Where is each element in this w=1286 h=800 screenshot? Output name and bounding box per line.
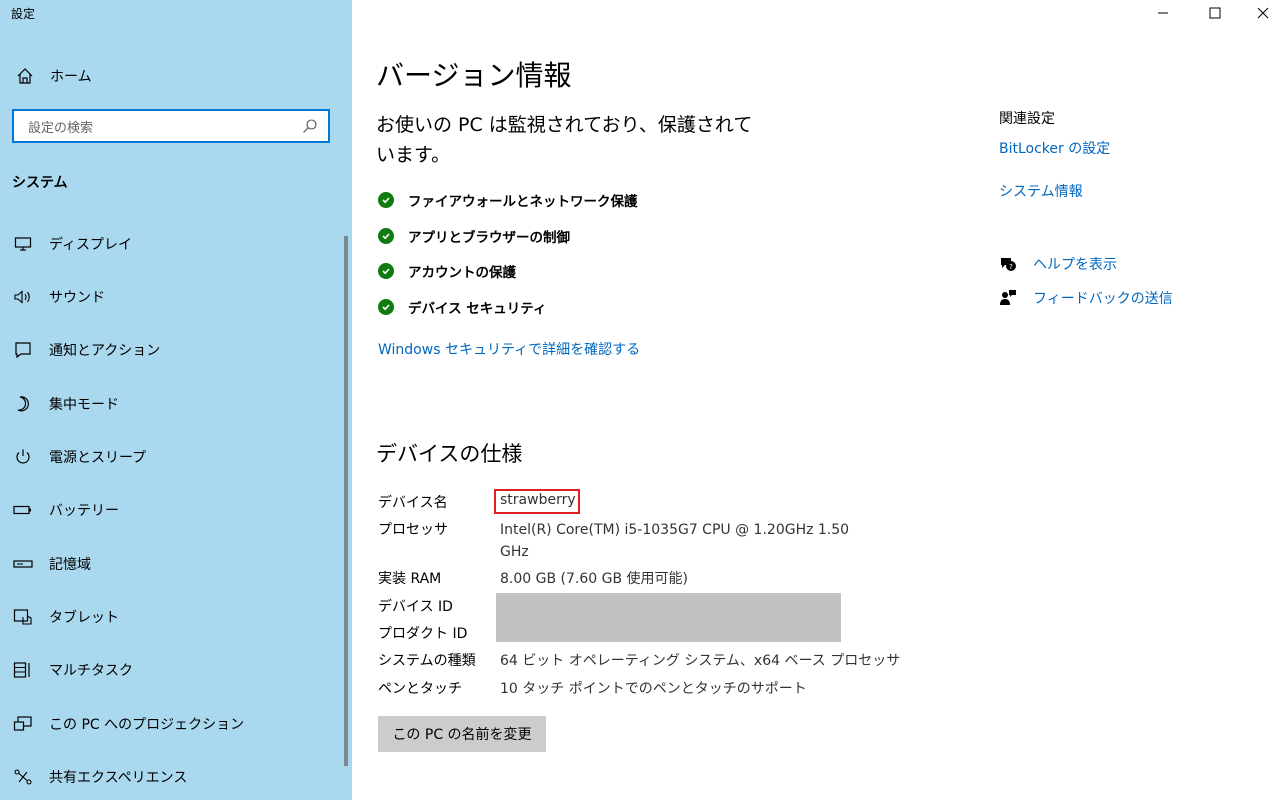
sidebar-item-notifications[interactable]: 通知とアクション bbox=[0, 330, 340, 370]
moon-icon bbox=[12, 393, 34, 415]
shared-experience-icon bbox=[12, 766, 34, 788]
minimize-button[interactable] bbox=[1140, 0, 1186, 26]
sidebar-item-label: 電源とスリープ bbox=[49, 450, 147, 466]
check-circle-icon bbox=[378, 299, 394, 315]
home-nav-item[interactable]: ホーム bbox=[16, 64, 92, 88]
spec-label: ペンとタッチ bbox=[378, 681, 462, 697]
search-placeholder: 設定の検索 bbox=[28, 120, 94, 136]
home-icon bbox=[16, 67, 36, 85]
sidebar-item-power[interactable]: 電源とスリープ bbox=[0, 437, 340, 477]
rename-pc-button[interactable]: この PC の名前を変更 bbox=[378, 716, 546, 752]
speaker-icon bbox=[12, 286, 34, 308]
sidebar-item-label: 共有エクスペリエンス bbox=[49, 770, 188, 786]
window-title: 設定 bbox=[11, 7, 36, 21]
feedback-link-row[interactable]: フィードバックの送信 bbox=[999, 287, 1173, 309]
spec-label: デバイス ID bbox=[378, 599, 453, 615]
maximize-icon bbox=[1209, 4, 1221, 23]
page-title: バージョン情報 bbox=[376, 59, 572, 92]
protection-item: ファイアウォールとネットワーク保護 bbox=[378, 188, 638, 212]
sidebar-item-sound[interactable]: サウンド bbox=[0, 277, 340, 317]
help-link[interactable]: ヘルプを表示 bbox=[1033, 254, 1117, 274]
multitask-icon bbox=[12, 659, 34, 681]
sidebar-item-label: 通知とアクション bbox=[49, 343, 161, 359]
highlight-box bbox=[494, 489, 580, 514]
protection-status-text: お使いの PC は監視されており、保護されています。 bbox=[376, 114, 753, 166]
spec-label: システムの種類 bbox=[378, 653, 476, 669]
sidebar-item-label: バッテリー bbox=[49, 503, 119, 519]
sidebar-item-label: ディスプレイ bbox=[49, 237, 133, 253]
check-circle-icon bbox=[378, 263, 394, 279]
svg-text:?: ? bbox=[1009, 263, 1013, 271]
sidebar-item-tablet[interactable]: タブレット bbox=[0, 597, 340, 637]
sidebar-item-label: マルチタスク bbox=[49, 663, 133, 679]
section-heading: システム bbox=[12, 175, 68, 191]
sidebar-item-label: タブレット bbox=[49, 610, 119, 626]
protection-item: デバイス セキュリティ bbox=[378, 295, 547, 319]
close-button[interactable] bbox=[1240, 0, 1286, 26]
sidebar-item-label: 集中モード bbox=[49, 397, 119, 413]
spec-label: プロセッサ bbox=[378, 522, 448, 538]
sidebar-item-label: サウンド bbox=[49, 290, 105, 306]
protection-item-label: アカウントの保護 bbox=[408, 265, 516, 281]
protection-item-label: ファイアウォールとネットワーク保護 bbox=[408, 194, 638, 210]
sidebar-item-display[interactable]: ディスプレイ bbox=[0, 224, 340, 264]
redacted-ids bbox=[496, 593, 841, 642]
search-icon bbox=[302, 118, 320, 134]
sidebar-item-multitask[interactable]: マルチタスク bbox=[0, 650, 340, 690]
check-circle-icon bbox=[378, 192, 394, 208]
check-circle-icon bbox=[378, 228, 394, 244]
storage-icon bbox=[12, 553, 34, 575]
power-icon bbox=[12, 446, 34, 468]
spec-label: プロダクト ID bbox=[378, 626, 468, 642]
sidebar-item-projection[interactable]: この PC へのプロジェクション bbox=[0, 704, 340, 744]
spec-label: デバイス名 bbox=[378, 495, 448, 511]
processor-value: Intel(R) Core(TM) i5-1035G7 CPU @ 1.20GH… bbox=[500, 522, 850, 560]
sidebar: 設定 ホーム 設定の検索 システム ディスプレイ サウンド 通知とアクション 集… bbox=[0, 0, 352, 800]
related-settings-title: 関連設定 bbox=[999, 111, 1055, 127]
sidebar-item-shared-experience[interactable]: 共有エクスペリエンス bbox=[0, 757, 340, 797]
monitor-icon bbox=[12, 233, 34, 255]
protection-item: アプリとブラウザーの制御 bbox=[378, 224, 570, 248]
sidebar-item-storage[interactable]: 記憶域 bbox=[0, 544, 340, 584]
notification-icon bbox=[12, 339, 34, 361]
minimize-icon bbox=[1157, 4, 1169, 23]
system-type-value: 64 ビット オペレーティング システム、x64 ベース プロセッサ bbox=[500, 653, 901, 669]
sidebar-item-battery[interactable]: バッテリー bbox=[0, 490, 340, 530]
protection-item-label: アプリとブラウザーの制御 bbox=[408, 230, 570, 246]
sidebar-item-label: この PC へのプロジェクション bbox=[49, 717, 245, 733]
feedback-icon bbox=[999, 289, 1019, 307]
search-input[interactable]: 設定の検索 bbox=[12, 109, 330, 143]
maximize-button[interactable] bbox=[1192, 0, 1238, 26]
help-link-row[interactable]: ? ヘルプを表示 bbox=[999, 253, 1117, 275]
projection-icon bbox=[12, 713, 34, 735]
sidebar-item-label: 記憶域 bbox=[49, 557, 91, 573]
protection-item: アカウントの保護 bbox=[378, 259, 516, 283]
close-icon bbox=[1257, 4, 1269, 23]
system-info-link[interactable]: システム情報 bbox=[999, 181, 1083, 201]
protection-item-label: デバイス セキュリティ bbox=[408, 301, 547, 317]
security-details-link[interactable]: Windows セキュリティで詳細を確認する bbox=[378, 339, 640, 359]
sidebar-item-focus[interactable]: 集中モード bbox=[0, 384, 340, 424]
feedback-link[interactable]: フィードバックの送信 bbox=[1033, 288, 1173, 308]
sidebar-scrollbar[interactable] bbox=[344, 236, 348, 766]
pen-touch-value: 10 タッチ ポイントでのペンとタッチのサポート bbox=[500, 681, 807, 697]
battery-icon bbox=[12, 499, 34, 521]
bitlocker-settings-link[interactable]: BitLocker の設定 bbox=[999, 138, 1110, 158]
tablet-icon bbox=[12, 606, 34, 628]
help-icon: ? bbox=[999, 255, 1019, 273]
spec-label: 実装 RAM bbox=[378, 571, 442, 587]
ram-value: 8.00 GB (7.60 GB 使用可能) bbox=[500, 571, 688, 587]
spec-section-title: デバイスの仕様 bbox=[376, 442, 523, 466]
home-label: ホーム bbox=[50, 69, 92, 85]
